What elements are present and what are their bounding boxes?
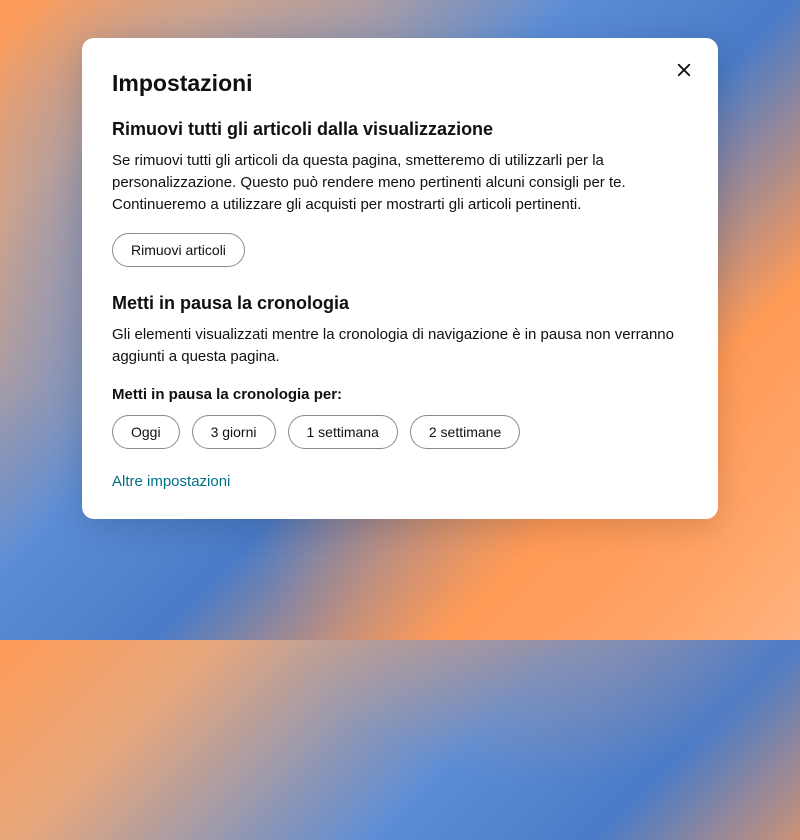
remove-section-text: Se rimuovi tutti gli articoli da questa … bbox=[112, 150, 688, 215]
pause-section-heading: Metti in pausa la cronologia bbox=[112, 293, 688, 314]
pause-options-row: Oggi 3 giorni 1 settimana 2 settimane bbox=[112, 415, 688, 449]
pause-option-3days[interactable]: 3 giorni bbox=[192, 415, 276, 449]
pause-duration-label: Metti in pausa la cronologia per: bbox=[112, 386, 688, 403]
settings-modal: Impostazioni Rimuovi tutti gli articoli … bbox=[82, 38, 718, 519]
modal-title: Impostazioni bbox=[112, 70, 688, 97]
remove-articles-button[interactable]: Rimuovi articoli bbox=[112, 233, 245, 267]
close-button[interactable] bbox=[672, 58, 696, 82]
pause-option-2weeks[interactable]: 2 settimane bbox=[410, 415, 520, 449]
pause-option-1week[interactable]: 1 settimana bbox=[288, 415, 398, 449]
pause-option-today[interactable]: Oggi bbox=[112, 415, 180, 449]
pause-section-text: Gli elementi visualizzati mentre la cron… bbox=[112, 324, 688, 368]
more-settings-link[interactable]: Altre impostazioni bbox=[112, 473, 230, 490]
close-icon bbox=[675, 61, 693, 79]
remove-section-heading: Rimuovi tutti gli articoli dalla visuali… bbox=[112, 119, 688, 140]
